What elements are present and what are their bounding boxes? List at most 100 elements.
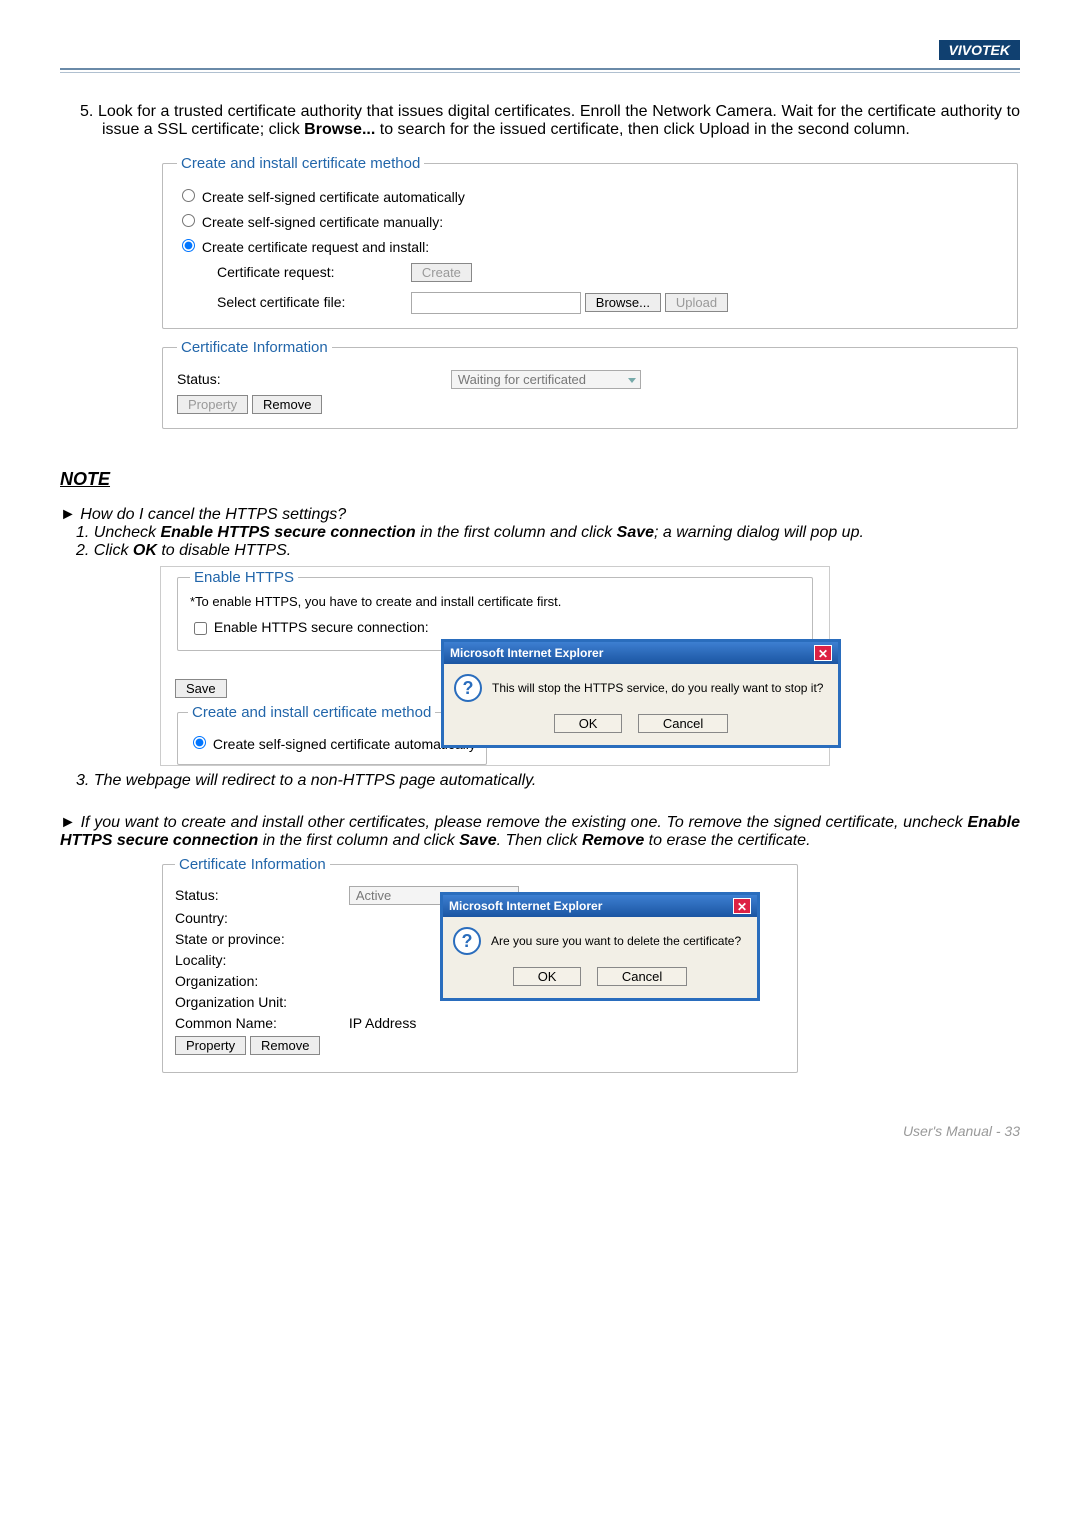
locality-label: Locality: — [175, 952, 345, 968]
radio-input[interactable] — [182, 214, 195, 227]
select-file-label: Select certificate file: — [217, 294, 407, 310]
select-file-row: Select certificate file: Browse... Uploa… — [217, 292, 1003, 314]
property-button[interactable]: Property — [177, 395, 248, 414]
radio-input[interactable] — [193, 736, 206, 749]
file-path-field[interactable] — [411, 292, 581, 314]
cert-info-buttons: Property Remove — [175, 1036, 785, 1055]
divider — [60, 72, 1020, 73]
cert-info-fieldset: Certificate Information Status: Waiting … — [162, 339, 1018, 429]
txt: in the first column and click — [258, 832, 459, 849]
q1-step2: 2. Click OK to disable HTTPS. — [76, 542, 1020, 560]
ok-button[interactable]: OK — [513, 967, 582, 986]
cert-request-row: Certificate request: Create — [217, 263, 1003, 282]
fieldset-legend: Create and install certificate method — [177, 155, 424, 172]
dialog-body: ? Are you sure you want to delete the ce… — [443, 917, 757, 998]
note-q1: ► How do I cancel the HTTPS settings? 1.… — [60, 506, 1020, 560]
status-label: Status: — [175, 887, 345, 903]
cert-info-buttons: Property Remove — [177, 395, 1003, 414]
create-install-fieldset: Create and install certificate method Cr… — [162, 155, 1018, 329]
close-icon[interactable]: ✕ — [733, 898, 751, 914]
page: VIVOTEK 5. Look for a trusted certificat… — [0, 0, 1080, 1169]
fieldset-legend: Enable HTTPS — [190, 569, 298, 586]
q1-lead: ► How do I cancel the HTTPS settings? — [60, 506, 1020, 524]
dialog-title: Microsoft Internet Explorer — [449, 899, 602, 913]
fieldset-legend: Certificate Information — [177, 339, 332, 356]
browse-button[interactable]: Browse... — [585, 293, 661, 312]
upload-button[interactable]: Upload — [665, 293, 728, 312]
radio-input[interactable] — [182, 189, 195, 202]
cert-request-label: Certificate request: — [217, 264, 407, 280]
dialog-titlebar: Microsoft Internet Explorer ✕ — [444, 642, 838, 664]
note-q2: ► If you want to create and install othe… — [60, 814, 1020, 850]
cn-value: IP Address — [349, 1015, 416, 1031]
brand-label: VIVOTEK — [939, 40, 1020, 60]
dialog-titlebar: Microsoft Internet Explorer ✕ — [443, 895, 757, 917]
question-icon: ? — [453, 927, 481, 955]
cn-label: Common Name: — [175, 1015, 345, 1031]
question-icon: ? — [454, 674, 482, 702]
fieldset-legend: Certificate Information — [175, 856, 330, 873]
screenshot-create-install: Create and install certificate method Cr… — [160, 155, 1020, 429]
header: VIVOTEK — [60, 40, 1020, 60]
radio-auto[interactable]: Create self-signed certificate automatic… — [188, 733, 476, 752]
q1-step1: 1. Uncheck Enable HTTPS secure connectio… — [76, 524, 1020, 542]
enable-checkbox-label: Enable HTTPS secure connection: — [214, 619, 429, 635]
page-footer: User's Manual - 33 — [60, 1083, 1020, 1139]
enable-hint: *To enable HTTPS, you have to create and… — [190, 594, 800, 609]
confirm-dialog-delete-cert: Microsoft Internet Explorer ✕ ? Are you … — [440, 892, 760, 1001]
country-label: Country: — [175, 910, 345, 926]
screenshot-disable-https: Enable HTTPS *To enable HTTPS, you have … — [160, 566, 830, 766]
remove-button[interactable]: Remove — [252, 395, 322, 414]
txt: . Then click — [497, 832, 582, 849]
radio-request[interactable]: Create certificate request and install: — [177, 236, 1003, 255]
property-button[interactable]: Property — [175, 1036, 246, 1055]
note-heading: NOTE — [60, 469, 1020, 490]
txt: ► If you want to create and install othe… — [60, 814, 968, 831]
radio-input[interactable] — [182, 239, 195, 252]
status-dropdown[interactable]: Waiting for certificated — [451, 370, 641, 389]
txt: to erase the certificate. — [644, 832, 810, 849]
ok-button[interactable]: OK — [554, 714, 623, 733]
step-text: to search for the issued certificate, th… — [375, 121, 910, 138]
state-label: State or province: — [175, 931, 345, 947]
step-5: 5. Look for a trusted certificate author… — [80, 103, 1020, 139]
txt: Remove — [582, 832, 644, 849]
txt: Enable HTTPS secure connection — [161, 524, 416, 541]
close-icon[interactable]: ✕ — [814, 645, 832, 661]
radio-manual[interactable]: Create self-signed certificate manually: — [177, 211, 1003, 230]
cancel-button[interactable]: Cancel — [597, 967, 687, 986]
org-label: Organization: — [175, 973, 345, 989]
txt: Uncheck — [94, 524, 161, 541]
txt: OK — [133, 542, 157, 559]
status-label: Status: — [177, 371, 447, 387]
divider — [60, 68, 1020, 70]
screenshot-remove-cert: Certificate Information Status: Active C… — [160, 856, 800, 1073]
dialog-message: This will stop the HTTPS service, do you… — [492, 681, 823, 695]
cancel-button[interactable]: Cancel — [638, 714, 728, 733]
txt: to disable HTTPS. — [157, 542, 291, 559]
txt: ; a warning dialog will pop up. — [654, 524, 864, 541]
dialog-title: Microsoft Internet Explorer — [450, 646, 603, 660]
txt: in the first column and click — [416, 524, 617, 541]
radio-label: Create self-signed certificate automatic… — [213, 736, 476, 752]
txt: Save — [617, 524, 654, 541]
remove-button[interactable]: Remove — [250, 1036, 320, 1055]
radio-auto[interactable]: Create self-signed certificate automatic… — [177, 186, 1003, 205]
step-number: 5. — [80, 103, 93, 120]
radio-label: Create self-signed certificate manually: — [202, 214, 443, 230]
dialog-body: ? This will stop the HTTPS service, do y… — [444, 664, 838, 745]
create-button[interactable]: Create — [411, 263, 472, 282]
txt: Click — [94, 542, 133, 559]
radio-label: Create self-signed certificate automatic… — [202, 189, 465, 205]
radio-label: Create certificate request and install: — [202, 239, 429, 255]
common-name-row: Common Name: IP Address — [175, 1015, 785, 1031]
enable-https-checkbox[interactable] — [194, 622, 207, 635]
save-button[interactable]: Save — [175, 679, 227, 698]
dialog-message: Are you sure you want to delete the cert… — [491, 934, 741, 948]
fieldset-legend: Create and install certificate method — [188, 704, 435, 721]
enable-checkbox-row[interactable]: Enable HTTPS secure connection: — [190, 619, 800, 638]
org-unit-label: Organization Unit: — [175, 994, 345, 1010]
confirm-dialog-stop-https: Microsoft Internet Explorer ✕ ? This wil… — [441, 639, 841, 748]
status-row: Status: Waiting for certificated — [177, 370, 1003, 389]
txt: Save — [459, 832, 496, 849]
